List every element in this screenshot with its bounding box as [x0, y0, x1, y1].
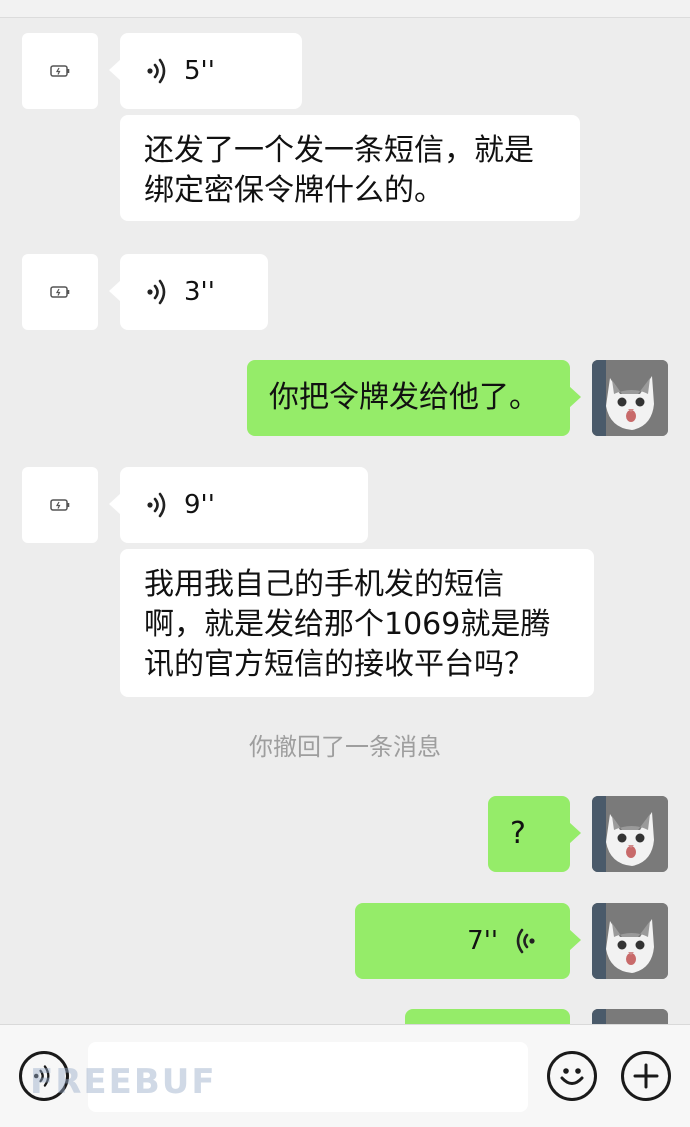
text-message-bubble[interactable]: [405, 1009, 570, 1024]
recall-notice: 你撤回了一条消息: [249, 733, 441, 761]
text-message-bubble[interactable]: 还发了一个发一条短信，就是 绑定密保令牌什么的。: [120, 115, 580, 221]
cat-photo-icon: [592, 360, 668, 436]
contact-avatar[interactable]: [22, 33, 98, 109]
battery-icon: [50, 65, 70, 77]
voice-duration: 7'': [467, 926, 498, 956]
cat-avatar[interactable]: [592, 903, 668, 979]
voice-wave-icon: [147, 492, 166, 518]
voice-message-bubble[interactable]: 7'': [355, 903, 581, 979]
message-text-line: 啊，就是发给那个1069就是腾: [144, 607, 551, 642]
message-text-line: 讯的官方短信的接收平台吗？: [144, 647, 534, 682]
cat-photo-icon: [592, 1009, 668, 1024]
voice-wave-icon: [147, 279, 166, 305]
message-text-line: 还发了一个发一条短信，就是: [144, 133, 534, 168]
cat-photo-icon: [592, 796, 668, 872]
text-message-bubble[interactable]: 你把令牌发给他了。: [247, 360, 581, 436]
text-message-bubble[interactable]: ?: [488, 796, 581, 872]
emoji-button[interactable]: [547, 1051, 597, 1101]
message-text-line: 我用我自己的手机发的短信: [144, 567, 504, 602]
voice-wave-icon: [516, 928, 535, 954]
voice-wave-icon: [147, 58, 166, 84]
plus-icon: [633, 1063, 659, 1089]
contact-avatar[interactable]: [22, 467, 98, 543]
voice-message-bubble[interactable]: 9'': [109, 467, 368, 543]
cat-avatar[interactable]: [592, 360, 668, 436]
emoji-icon: [560, 1068, 584, 1085]
voice-duration: 9'': [184, 490, 215, 520]
text-message-bubble[interactable]: 我用我自己的手机发的短信 啊，就是发给那个1069就是腾 讯的官方短信的接收平台…: [120, 549, 594, 697]
voice-message-bubble[interactable]: 3'': [109, 254, 268, 330]
message-text: ?: [510, 816, 526, 851]
cat-avatar[interactable]: [592, 1009, 668, 1024]
cat-photo-icon: [592, 903, 668, 979]
more-button[interactable]: [621, 1051, 671, 1101]
battery-icon: [50, 286, 70, 298]
watermark: FREEBUF: [30, 1062, 217, 1102]
message-text-line: 绑定密保令牌什么的。: [144, 173, 444, 208]
voice-duration: 5'': [184, 56, 215, 86]
message-text: 你把令牌发给他了。: [269, 380, 539, 415]
top-status-strip: [0, 0, 690, 18]
battery-icon: [50, 499, 70, 511]
cat-avatar[interactable]: [592, 796, 668, 872]
chat-message-list[interactable]: 5'' 还发了一个发一条短信，就是 绑定密保令牌什么的。 3'' 你把令牌发给他…: [0, 19, 690, 1024]
contact-avatar[interactable]: [22, 254, 98, 330]
voice-message-bubble[interactable]: 5'': [109, 33, 302, 109]
voice-duration: 3'': [184, 277, 215, 307]
